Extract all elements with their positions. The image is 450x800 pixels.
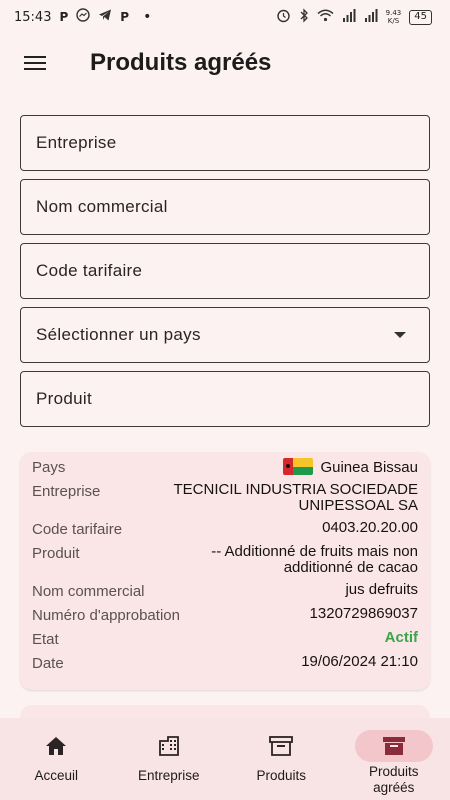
status-bar: 15:43 P P • 9.43 K/S 45 (0, 0, 450, 34)
nav-label-accueil: Acceuil (34, 768, 79, 783)
speed-value: 9.43 (385, 9, 402, 17)
menu-button[interactable] (0, 34, 70, 92)
entreprise-value-line2: UNIPESSOAL SA (298, 497, 419, 514)
country-select-label: Sélectionner un pays (36, 325, 201, 344)
nav-label-line2: agréés (373, 780, 415, 795)
produit-field-label: Produit (36, 389, 92, 408)
nav-label-produits-agrees: Produits agréés (369, 764, 419, 796)
etat-label: Etat (32, 631, 59, 648)
nav-icon-wrap-active (354, 730, 433, 762)
messenger-icon (76, 8, 90, 26)
wifi-icon (317, 9, 334, 26)
page-title: Produits agréés (90, 49, 272, 76)
code-tarifaire-field[interactable]: Code tarifaire (20, 243, 430, 299)
approbation-row: Numéro d'approbation 1320729869037 (32, 605, 418, 625)
pays-value: Guinea Bissau (283, 458, 418, 476)
entreprise-label: Entreprise (32, 483, 101, 500)
nom-commercial-field[interactable]: Nom commercial (20, 179, 430, 235)
signal-icon (342, 8, 356, 26)
network-speed: 9.43 K/S (386, 9, 402, 25)
status-badge: Actif (384, 629, 418, 646)
archive-box-filled-icon (382, 737, 405, 755)
produit-value-line1: -- Additionné de fruits mais non (211, 543, 418, 560)
app-bar: Produits agréés (0, 34, 450, 92)
nav-icon-wrap (130, 730, 208, 762)
produit-row: Produit -- Additionné de fruits mais non… (32, 544, 418, 576)
status-left: 15:43 P P • (14, 8, 151, 26)
nom-label: Nom commercial (32, 583, 145, 600)
home-icon (46, 737, 67, 755)
battery-icon: 45 (409, 9, 432, 25)
status-time: 15:43 (14, 9, 52, 25)
pays-row: Pays Guinea Bissau (32, 458, 418, 476)
nav-item-produits[interactable]: Produits (231, 730, 331, 784)
nav-item-produits-agrees[interactable]: Produits agréés (344, 730, 444, 796)
code-label: Code tarifaire (32, 521, 123, 538)
nav-item-accueil[interactable]: Acceuil (6, 730, 106, 784)
bluetooth-icon (299, 7, 309, 27)
nav-icon-wrap (242, 730, 320, 762)
nav-label-line1: Produits (368, 764, 419, 779)
nav-icon-wrap (17, 730, 95, 762)
building-icon (158, 736, 179, 756)
date-row: Date 19/06/2024 21:10 (32, 653, 418, 673)
alarm-icon (276, 8, 291, 27)
telegram-icon (98, 8, 112, 26)
bottom-navigation: Acceuil Entreprise Produits Produits agr… (0, 718, 450, 800)
approbation-value: 1320729869037 (309, 605, 418, 622)
nom-row: Nom commercial jus defruits (32, 581, 418, 601)
produit-label: Produit (32, 545, 80, 562)
nom-value: jus defruits (345, 581, 418, 598)
battery-level: 45 (414, 11, 427, 22)
date-value: 19/06/2024 21:10 (301, 653, 418, 670)
code-value: 0403.20.20.00 (322, 519, 418, 536)
code-row: Code tarifaire 0403.20.20.00 (32, 519, 418, 539)
entreprise-value-line1: TECNICIL INDUSTRIA SOCIEDADE (173, 481, 418, 498)
produit-value-line2: additionné de cacao (283, 559, 418, 576)
nav-label-produits: Produits (256, 768, 307, 783)
hamburger-menu-icon (24, 56, 46, 70)
nom-commercial-field-label: Nom commercial (36, 197, 168, 216)
filter-form: Entreprise Nom commercial Code tarifaire… (20, 115, 430, 435)
entreprise-field-label: Entreprise (36, 133, 117, 152)
nav-item-entreprise[interactable]: Entreprise (119, 730, 219, 784)
nav-label-entreprise: Entreprise (137, 768, 200, 783)
produit-value: -- Additionné de fruits mais non additio… (211, 544, 418, 576)
status-right: 9.43 K/S 45 (276, 7, 432, 27)
produit-field[interactable]: Produit (20, 371, 430, 427)
p-app-icon-2: P (120, 10, 130, 24)
code-tarifaire-field-label: Code tarifaire (36, 261, 143, 280)
product-card[interactable]: Pays Guinea Bissau Entreprise TECNICIL I… (20, 452, 430, 690)
dropdown-arrow-icon (394, 332, 406, 338)
country-select[interactable]: Sélectionner un pays (20, 307, 430, 363)
signal-icon-2 (364, 8, 378, 26)
date-label: Date (32, 655, 64, 672)
archive-box-icon (269, 736, 294, 756)
p-app-icon: P (59, 10, 69, 24)
entreprise-field[interactable]: Entreprise (20, 115, 430, 171)
entreprise-row: Entreprise TECNICIL INDUSTRIA SOCIEDADE … (32, 482, 418, 514)
guinea-bissau-flag-icon (283, 458, 314, 475)
notification-dot-icon: • (143, 9, 152, 25)
pays-label: Pays (32, 459, 66, 476)
etat-row: Etat Actif (32, 629, 418, 649)
approbation-label: Numéro d'approbation (32, 607, 180, 624)
speed-unit: K/S (387, 17, 400, 25)
pays-value-text: Guinea Bissau (320, 459, 418, 476)
entreprise-value: TECNICIL INDUSTRIA SOCIEDADE UNIPESSOAL … (174, 482, 418, 514)
